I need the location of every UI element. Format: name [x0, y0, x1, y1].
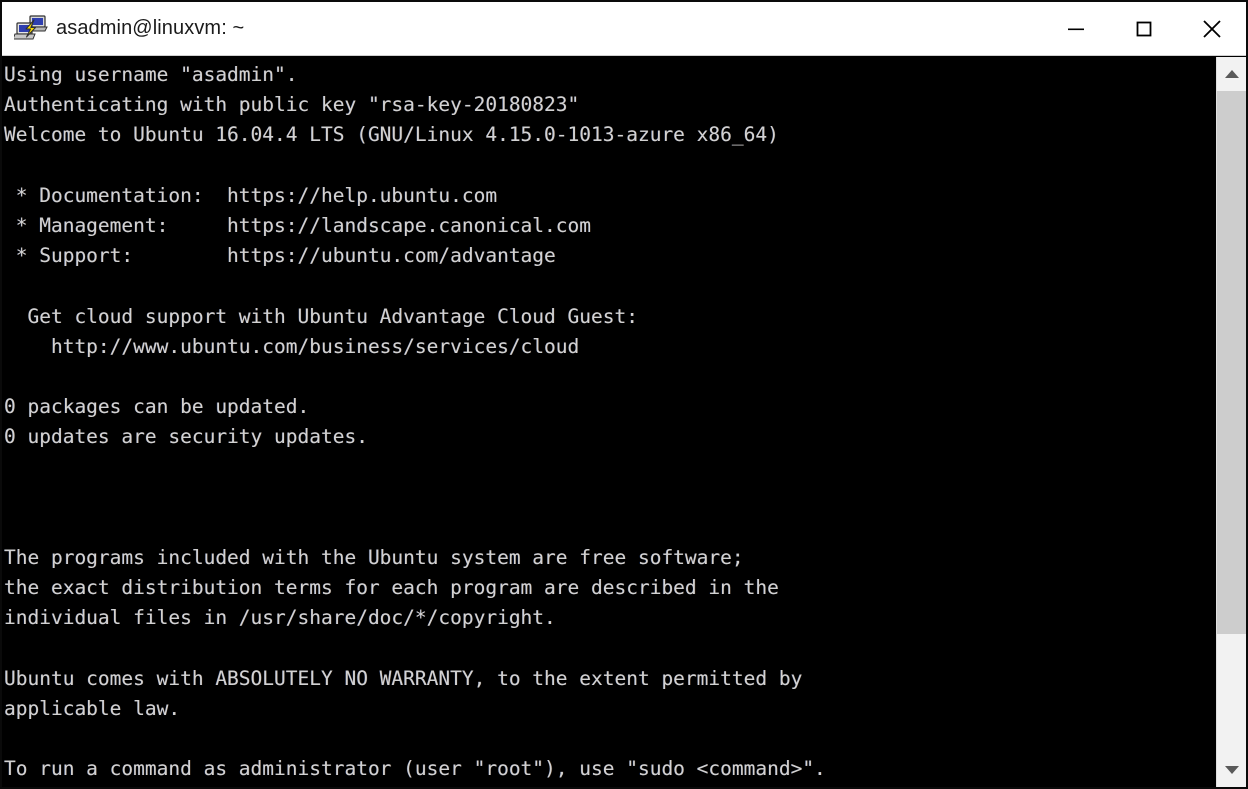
- terminal-line: 0 updates are security updates.: [4, 425, 368, 449]
- chevron-down-icon: [1224, 766, 1239, 774]
- maximize-button[interactable]: [1110, 2, 1178, 55]
- terminal-line: Authenticating with public key "rsa-key-…: [4, 93, 580, 117]
- scrollbar-down-button[interactable]: [1217, 753, 1246, 787]
- terminal-line: Ubuntu comes with ABSOLUTELY NO WARRANTY…: [4, 666, 803, 690]
- window-titlebar[interactable]: asadmin@linuxvm: ~: [2, 2, 1246, 56]
- terminal-line: * Documentation: https://help.ubuntu.com: [4, 183, 498, 207]
- putty-window: asadmin@linuxvm: ~ Using username "asadm…: [0, 0, 1248, 789]
- terminal-line: Get cloud support with Ubuntu Advantage …: [4, 304, 638, 328]
- terminal-output-area[interactable]: Using username "asadmin". Authenticating …: [2, 57, 1216, 787]
- scrollbar-track[interactable]: [1217, 91, 1246, 753]
- terminal-text: Using username "asadmin". Authenticating …: [2, 57, 1216, 785]
- close-button[interactable]: [1178, 2, 1246, 55]
- terminal-line: * Management: https://landscape.canonica…: [4, 213, 591, 237]
- terminal-line: Using username "asadmin".: [4, 63, 298, 86]
- scrollbar-thumb[interactable]: [1217, 91, 1246, 634]
- terminal-line: the exact distribution terms for each pr…: [4, 576, 779, 600]
- terminal-line: The programs included with the Ubuntu sy…: [4, 546, 744, 569]
- terminal-line: * Support: https://ubuntu.com/advantage: [4, 244, 556, 268]
- terminal-scrollbar[interactable]: [1216, 57, 1246, 787]
- scrollbar-up-button[interactable]: [1217, 57, 1246, 91]
- terminal-line: To run a command as administrator (user …: [4, 757, 826, 781]
- close-icon: [1203, 19, 1221, 38]
- minimize-icon: [1068, 28, 1084, 30]
- minimize-button[interactable]: [1042, 2, 1110, 55]
- terminal-line: Welcome to Ubuntu 16.04.4 LTS (GNU/Linux…: [4, 123, 779, 147]
- terminal-line: 0 packages can be updated.: [4, 395, 310, 419]
- chevron-up-icon: [1224, 70, 1239, 78]
- terminal-line: individual files in /usr/share/doc/*/cop…: [4, 606, 556, 630]
- window-title: asadmin@linuxvm: ~: [56, 17, 245, 39]
- terminal-line: http://www.ubuntu.com/business/services/…: [4, 334, 580, 358]
- putty-icon: [12, 12, 48, 46]
- maximize-icon: [1136, 21, 1152, 36]
- terminal-line: applicable law.: [4, 696, 181, 720]
